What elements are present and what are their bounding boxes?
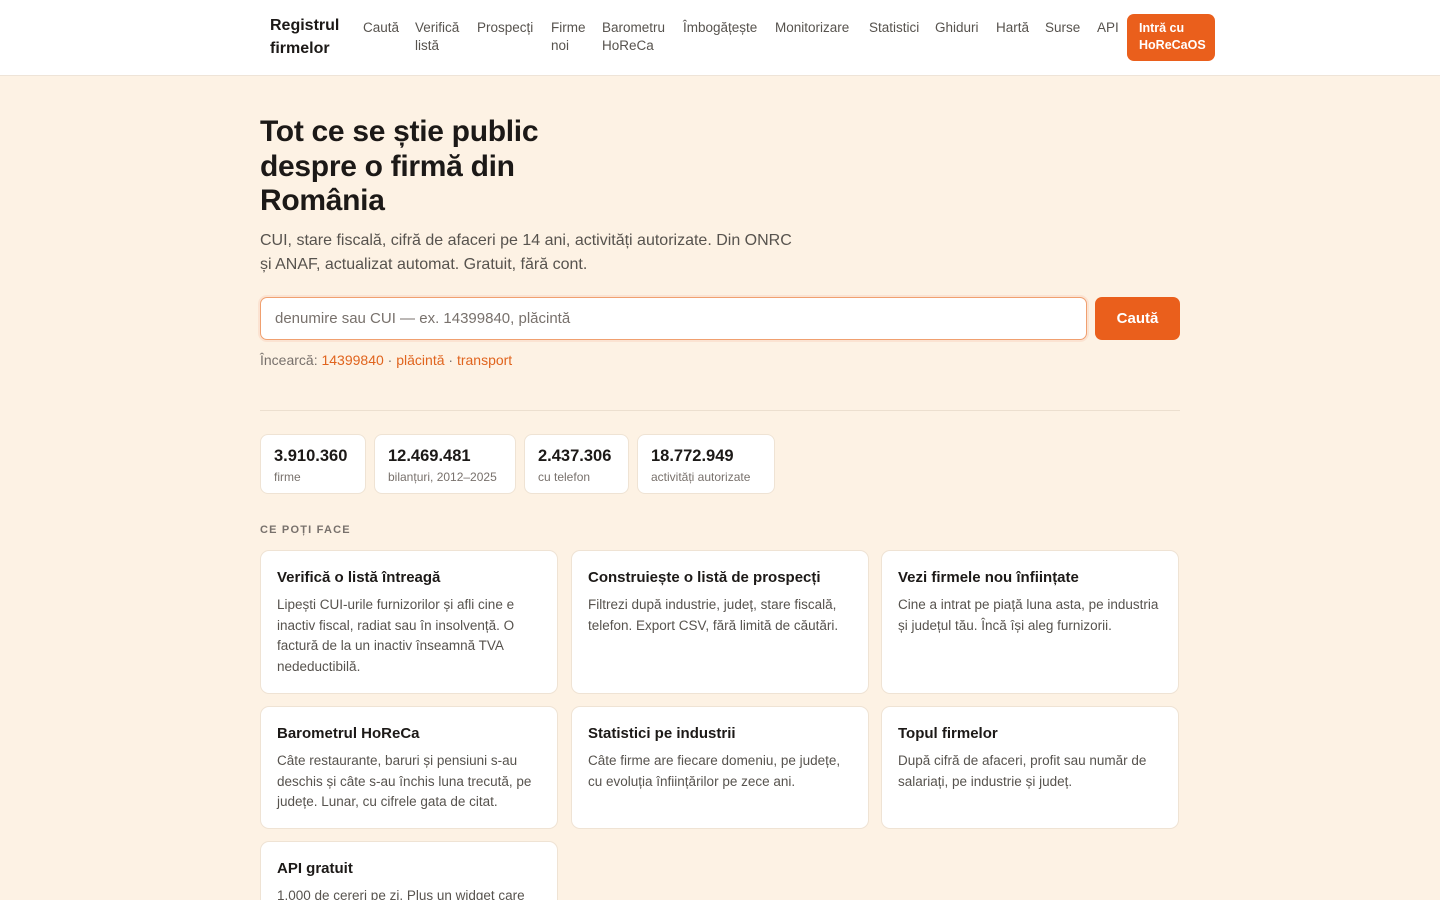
nav-link-firme-noi[interactable]: Firme noi — [551, 19, 591, 55]
feature-card-verifica-lista[interactable]: Verifică o listă întreagă Lipești CUI-ur… — [260, 550, 558, 694]
nav-link-surse[interactable]: Surse — [1045, 19, 1080, 37]
feature-card-title: API gratuit — [277, 860, 353, 877]
nav-link-barometru-horeca[interactable]: Barometru HoReCa — [602, 19, 674, 55]
stat-card-firme: 3.910.360 firme — [260, 434, 366, 494]
feature-card-statistici[interactable]: Statistici pe industrii Câte firme are f… — [571, 706, 869, 829]
suggestions-label: Încearcă: — [260, 352, 318, 368]
stat-label: firme — [274, 470, 301, 484]
feature-card-title: Verifică o listă întreagă — [277, 569, 441, 586]
suggestion-separator: · — [387, 352, 393, 368]
feature-card-title: Statistici pe industrii — [588, 725, 736, 742]
feature-card-title: Vezi firmele nou înființate — [898, 569, 1079, 586]
search-input[interactable] — [260, 297, 1087, 340]
nav-link-cauta[interactable]: Caută — [363, 19, 399, 37]
stat-card-bilanturi: 12.469.481 bilanțuri, 2012–2025 — [374, 434, 516, 494]
stat-label: activități autorizate — [651, 470, 751, 484]
nav-link-monitorizare[interactable]: Monitorizare — [775, 19, 849, 37]
feature-card-title: Barometrul HoReCa — [277, 725, 420, 742]
feature-card-description: Câte firme are fiecare domeniu, pe județ… — [588, 753, 841, 789]
stat-value: 2.437.306 — [538, 447, 612, 465]
nav-link-harta[interactable]: Hartă — [996, 19, 1029, 37]
stat-value: 18.772.949 — [651, 447, 734, 465]
page-title: Tot ce se știe public despre o firmă din… — [260, 115, 539, 217]
stat-value: 12.469.481 — [388, 447, 471, 465]
feature-card-firme-noi[interactable]: Vezi firmele nou înființate Cine a intra… — [881, 550, 1179, 694]
stat-value: 3.910.360 — [274, 447, 348, 465]
suggestion-link[interactable]: plăcintă — [396, 352, 444, 368]
feature-card-description: După cifră de afaceri, profit sau număr … — [898, 753, 1147, 789]
login-horecaos-button[interactable]: Intră cu HoReCaOS — [1127, 14, 1215, 61]
nav-link-statistici[interactable]: Statistici — [869, 19, 919, 37]
page-subtitle: CUI, stare fiscală, cifră de afaceri pe … — [260, 232, 792, 273]
search-button[interactable]: Caută — [1095, 297, 1180, 340]
section-divider — [260, 410, 1180, 411]
features-section-label: CE POȚI FACE — [260, 524, 351, 536]
feature-card-description: Câte restaurante, baruri și pensiuni s-a… — [277, 753, 532, 809]
stat-card-telefon: 2.437.306 cu telefon — [524, 434, 629, 494]
feature-card-title: Topul firmelor — [898, 725, 998, 742]
stat-card-activitati: 18.772.949 activități autorizate — [637, 434, 775, 494]
nav-link-ghiduri[interactable]: Ghiduri — [935, 19, 979, 37]
search-suggestions: Încearcă: 14399840 · plăcintă · transpor… — [260, 351, 512, 369]
site-logo[interactable]: Registrul firmelor — [270, 14, 350, 60]
feature-card-topul-firmelor[interactable]: Topul firmelor După cifră de afaceri, pr… — [881, 706, 1179, 829]
feature-card-title: Construiește o listă de prospecți — [588, 569, 821, 586]
feature-card-description: Filtrezi după industrie, județ, stare fi… — [588, 597, 839, 633]
nav-link-prospecti[interactable]: Prospecți — [477, 19, 533, 37]
feature-card-description: Lipești CUI-urile furnizorilor și afli c… — [277, 597, 515, 674]
top-navigation-bar: Registrul firmelor Caută Verifică listă … — [0, 0, 1440, 76]
feature-card-api[interactable]: API gratuit 1.000 de cereri pe zi. Plus … — [260, 841, 558, 900]
feature-card-description: 1.000 de cereri pe zi. Plus un widget ca… — [277, 888, 525, 900]
suggestion-link[interactable]: 14399840 — [321, 352, 383, 368]
stat-label: cu telefon — [538, 470, 591, 484]
stat-label: bilanțuri, 2012–2025 — [388, 470, 497, 484]
suggestion-separator: · — [448, 352, 454, 368]
feature-card-prospecti[interactable]: Construiește o listă de prospecți Filtre… — [571, 550, 869, 694]
nav-link-imbogateste[interactable]: Îmbogățește — [683, 19, 757, 37]
nav-link-verifica-lista[interactable]: Verifică listă — [415, 19, 467, 55]
feature-card-barometru[interactable]: Barometrul HoReCa Câte restaurante, baru… — [260, 706, 558, 829]
suggestion-link[interactable]: transport — [457, 352, 512, 368]
feature-card-description: Cine a intrat pe piață luna asta, pe ind… — [898, 597, 1159, 633]
nav-link-api[interactable]: API — [1097, 19, 1119, 37]
